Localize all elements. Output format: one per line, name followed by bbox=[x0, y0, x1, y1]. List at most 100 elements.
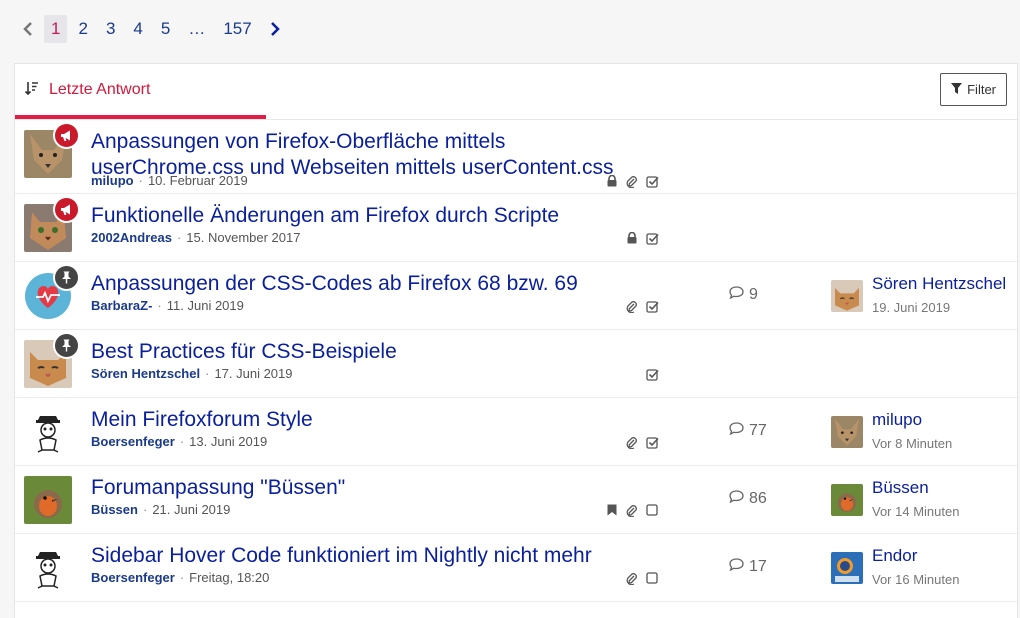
sort-tab-last-reply[interactable]: Letzte Antwort bbox=[24, 80, 151, 99]
check-square-icon bbox=[645, 435, 659, 449]
thread-status-icons bbox=[645, 367, 659, 381]
thread-author-link[interactable]: 2002Andreas bbox=[91, 230, 172, 245]
thread-start-date: 13. Juni 2019 bbox=[189, 434, 268, 449]
thread-start-date: 15. November 2017 bbox=[186, 230, 301, 245]
thread-author-avatar[interactable] bbox=[24, 408, 72, 456]
thread-start-date: 17. Juni 2019 bbox=[214, 366, 293, 381]
page-link-5[interactable]: 5 bbox=[154, 15, 177, 43]
reply-count: 17 bbox=[729, 558, 789, 576]
last-poster-avatar[interactable] bbox=[831, 552, 863, 584]
announcement-megaphone-icon bbox=[53, 122, 80, 149]
paperclip-icon bbox=[625, 571, 639, 585]
thread-author-link[interactable]: Boersenfeger bbox=[91, 434, 175, 449]
last-poster-avatar[interactable] bbox=[831, 280, 863, 312]
page-link-1[interactable]: 1 bbox=[44, 15, 68, 43]
reply-count-value: 77 bbox=[749, 422, 767, 439]
thread-title-link[interactable]: Mein Firefoxforum Style bbox=[91, 407, 651, 433]
thread-meta: 2002Andreas · 15. November 2017 bbox=[91, 230, 300, 245]
thread-row[interactable]: Forumanpassung "Büssen" Büssen · 21. Juni 2… bbox=[15, 466, 1017, 534]
thread-author-link[interactable]: BarbaraZ- bbox=[91, 298, 152, 313]
thread-meta: Boersenfeger · Freitag, 18:20 bbox=[91, 570, 269, 585]
thread-list-panel: Letzte Antwort Filter Anpassungen von Fi… bbox=[14, 63, 1018, 618]
filter-label: Filter bbox=[967, 82, 996, 97]
last-post-time: Vor 8 Minuten bbox=[872, 436, 953, 451]
speech-bubble-icon bbox=[729, 558, 744, 576]
reply-count: 86 bbox=[729, 490, 789, 508]
paperclip-icon bbox=[625, 503, 639, 517]
meta-separator: · bbox=[179, 570, 185, 585]
last-poster-link[interactable]: Büssen bbox=[872, 478, 929, 498]
last-poster-link[interactable]: Sören Hentzschel bbox=[872, 274, 1006, 294]
previous-page-icon[interactable] bbox=[14, 14, 42, 44]
bookmark-icon bbox=[605, 503, 619, 517]
thread-row[interactable]: Sidebar Hover Code funktioniert im Night… bbox=[15, 534, 1017, 602]
thread-status-icons bbox=[625, 571, 659, 585]
speech-bubble-icon bbox=[729, 422, 744, 440]
reply-count-value: 86 bbox=[749, 490, 767, 507]
announcement-megaphone-icon bbox=[53, 196, 80, 223]
thread-status-icons bbox=[605, 503, 659, 517]
thread-meta: BarbaraZ- · 11. Juni 2019 bbox=[91, 298, 244, 313]
check-square-icon bbox=[645, 174, 659, 188]
thread-title-link[interactable]: Anpassungen der CSS-Codes ab Firefox 68 … bbox=[91, 271, 651, 297]
thread-author-avatar[interactable] bbox=[24, 544, 72, 592]
thread-author-link[interactable]: Büssen bbox=[91, 502, 138, 517]
thread-start-date: 11. Juni 2019 bbox=[166, 298, 244, 313]
thread-author-link[interactable]: Sören Hentzschel bbox=[91, 366, 200, 381]
reply-count-value: 9 bbox=[749, 286, 758, 303]
reply-count-value: 17 bbox=[749, 558, 767, 575]
thread-title-link[interactable]: Sidebar Hover Code funktioniert im Night… bbox=[91, 543, 651, 569]
thread-meta: Sören Hentzschel · 17. Juni 2019 bbox=[91, 366, 293, 381]
square-icon bbox=[645, 571, 659, 585]
page-link-3[interactable]: 3 bbox=[99, 15, 122, 43]
thread-status-icons bbox=[605, 174, 659, 188]
page-ellipsis[interactable]: … bbox=[181, 15, 212, 43]
thread-start-date: Freitag, 18:20 bbox=[189, 570, 270, 585]
page-link-2[interactable]: 2 bbox=[71, 15, 94, 43]
meta-separator: · bbox=[138, 173, 143, 188]
filter-button[interactable]: Filter bbox=[940, 73, 1007, 106]
square-icon bbox=[645, 503, 659, 517]
check-square-icon bbox=[645, 367, 659, 381]
thread-meta: Boersenfeger · 13. Juni 2019 bbox=[91, 434, 267, 449]
thread-row[interactable]: Best Practices für CSS-Beispiele Sören He… bbox=[15, 330, 1017, 398]
meta-separator: · bbox=[157, 298, 162, 313]
check-square-icon bbox=[645, 231, 659, 245]
thread-status-icons bbox=[625, 299, 659, 313]
page-link-last[interactable]: 157 bbox=[216, 15, 258, 43]
last-poster-avatar[interactable] bbox=[831, 484, 863, 516]
paperclip-icon bbox=[625, 299, 639, 313]
sort-tab-label: Letzte Antwort bbox=[49, 80, 151, 98]
thread-author-link[interactable]: Boersenfeger bbox=[91, 570, 175, 585]
thread-list: Anpassungen von Firefox-Oberfläche mitte… bbox=[15, 120, 1017, 602]
last-post-time: Vor 14 Minuten bbox=[872, 504, 960, 519]
reply-count: 9 bbox=[729, 286, 789, 304]
next-page-icon[interactable] bbox=[261, 14, 289, 44]
active-tab-indicator bbox=[15, 115, 266, 119]
last-post-time: Vor 16 Minuten bbox=[872, 572, 960, 587]
speech-bubble-icon bbox=[729, 286, 744, 304]
last-poster-link[interactable]: milupo bbox=[872, 410, 922, 430]
thread-row[interactable]: Anpassungen der CSS-Codes ab Firefox 68 … bbox=[15, 262, 1017, 330]
thread-status-icons bbox=[625, 435, 659, 449]
thread-author-avatar[interactable] bbox=[24, 476, 72, 524]
meta-separator: · bbox=[142, 502, 148, 517]
thread-start-date: 21. Juni 2019 bbox=[152, 502, 231, 517]
filter-icon bbox=[951, 82, 963, 97]
last-post-time: 19. Juni 2019 bbox=[872, 300, 951, 315]
last-poster-link[interactable]: Endor bbox=[872, 546, 917, 566]
thread-title-link[interactable]: Funktionelle Änderungen am Firefox durch… bbox=[91, 203, 651, 229]
last-poster-avatar[interactable] bbox=[831, 416, 863, 448]
check-square-icon bbox=[645, 299, 659, 313]
thread-row[interactable]: Funktionelle Änderungen am Firefox durch… bbox=[15, 194, 1017, 262]
thread-title-link[interactable]: Best Practices für CSS-Beispiele bbox=[91, 339, 651, 365]
thread-title-link[interactable]: Forumanpassung "Büssen" bbox=[91, 475, 651, 501]
thread-meta: Büssen · 21. Juni 2019 bbox=[91, 502, 230, 517]
paperclip-icon bbox=[625, 435, 639, 449]
page-link-4[interactable]: 4 bbox=[126, 15, 149, 43]
thread-row[interactable]: Mein Firefoxforum Style Boersenfeger · 13. … bbox=[15, 398, 1017, 466]
thread-list-header: Letzte Antwort Filter bbox=[15, 64, 1017, 120]
thread-row[interactable]: Anpassungen von Firefox-Oberfläche mitte… bbox=[15, 120, 1017, 194]
speech-bubble-icon bbox=[729, 490, 744, 508]
thread-author-link[interactable]: milupo bbox=[91, 173, 134, 188]
